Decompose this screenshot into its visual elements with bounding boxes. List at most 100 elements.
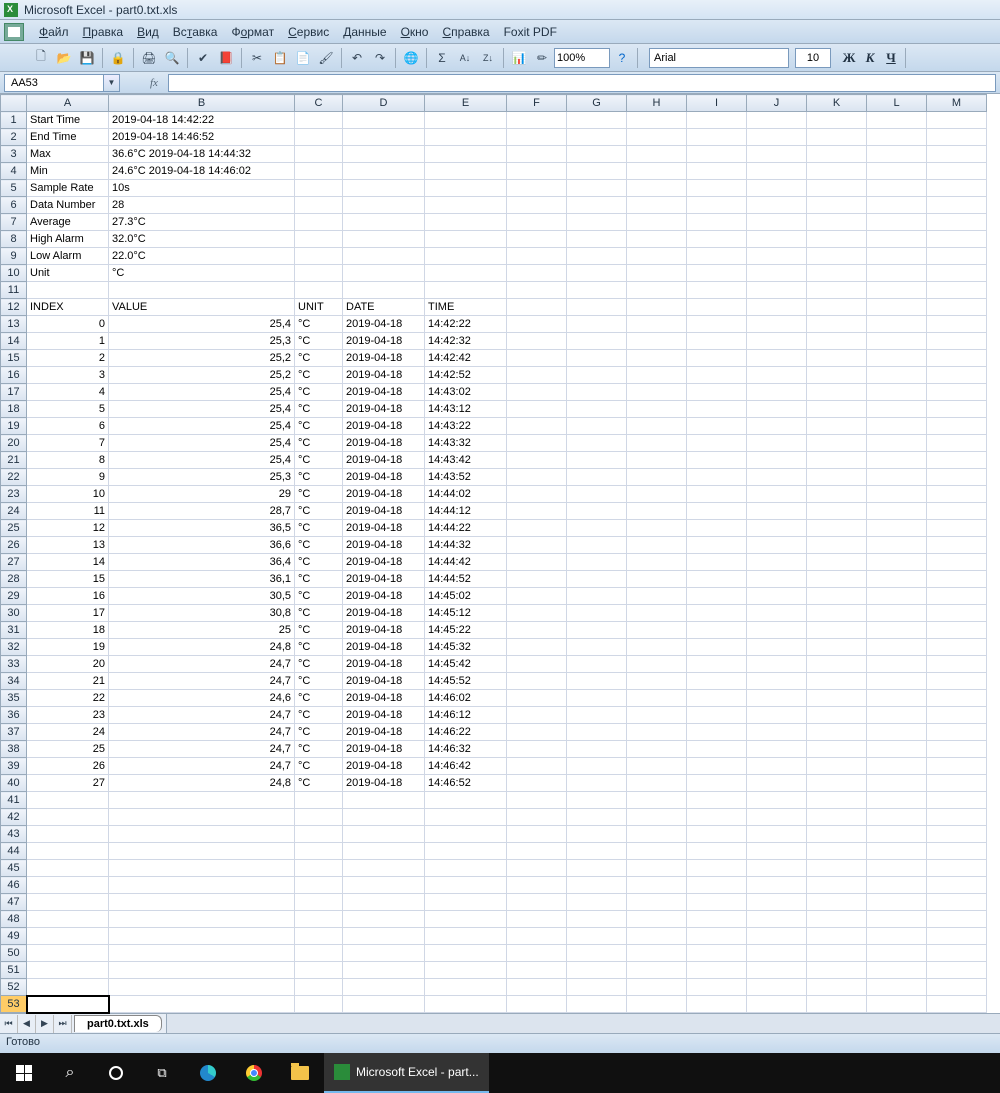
font-size-combo[interactable] [795, 48, 831, 68]
cell-C53[interactable] [295, 996, 343, 1013]
cell-F51[interactable] [507, 962, 567, 979]
format-painter-icon[interactable]: 🖌 [315, 47, 337, 69]
cell-H24[interactable] [627, 503, 687, 520]
cell-K53[interactable] [807, 996, 867, 1013]
name-box-dropdown[interactable]: ▼ [104, 74, 120, 92]
cell-G2[interactable] [567, 129, 627, 146]
cell-J33[interactable] [747, 656, 807, 673]
cell-L27[interactable] [867, 554, 927, 571]
cell-M13[interactable] [927, 316, 987, 333]
cell-H20[interactable] [627, 435, 687, 452]
name-box[interactable]: AA53 [4, 74, 104, 92]
row-header-4[interactable]: 4 [1, 163, 27, 180]
cell-H27[interactable] [627, 554, 687, 571]
cell-F49[interactable] [507, 928, 567, 945]
cell-A46[interactable] [27, 877, 109, 894]
cell-E41[interactable] [425, 792, 507, 809]
cell-H52[interactable] [627, 979, 687, 996]
cell-E3[interactable] [425, 146, 507, 163]
col-header-K[interactable]: K [807, 95, 867, 112]
cell-D36[interactable]: 2019-04-18 [343, 707, 425, 724]
cell-F40[interactable] [507, 775, 567, 792]
row-header-42[interactable]: 42 [1, 809, 27, 826]
cell-C42[interactable] [295, 809, 343, 826]
cell-M40[interactable] [927, 775, 987, 792]
row-header-47[interactable]: 47 [1, 894, 27, 911]
cell-B20[interactable]: 25,4 [109, 435, 295, 452]
cell-I8[interactable] [687, 231, 747, 248]
cell-B35[interactable]: 24,6 [109, 690, 295, 707]
cell-K40[interactable] [807, 775, 867, 792]
cell-J47[interactable] [747, 894, 807, 911]
cell-A27[interactable]: 14 [27, 554, 109, 571]
row-header-10[interactable]: 10 [1, 265, 27, 282]
cell-A13[interactable]: 0 [27, 316, 109, 333]
cell-K7[interactable] [807, 214, 867, 231]
cell-H42[interactable] [627, 809, 687, 826]
cell-G45[interactable] [567, 860, 627, 877]
cell-L45[interactable] [867, 860, 927, 877]
menu-foxit pdf[interactable]: Foxit PDF [497, 23, 564, 41]
cell-J42[interactable] [747, 809, 807, 826]
cell-B15[interactable]: 25,2 [109, 350, 295, 367]
cell-I11[interactable] [687, 282, 747, 299]
cell-A22[interactable]: 9 [27, 469, 109, 486]
cell-I2[interactable] [687, 129, 747, 146]
cell-A48[interactable] [27, 911, 109, 928]
cell-K38[interactable] [807, 741, 867, 758]
cell-C2[interactable] [295, 129, 343, 146]
cell-L9[interactable] [867, 248, 927, 265]
cell-A43[interactable] [27, 826, 109, 843]
cell-B10[interactable]: °C [109, 265, 295, 282]
cell-D28[interactable]: 2019-04-18 [343, 571, 425, 588]
cell-D26[interactable]: 2019-04-18 [343, 537, 425, 554]
cell-I12[interactable] [687, 299, 747, 316]
cell-C47[interactable] [295, 894, 343, 911]
cell-C7[interactable] [295, 214, 343, 231]
cell-C34[interactable]: °C [295, 673, 343, 690]
cell-E21[interactable]: 14:43:42 [425, 452, 507, 469]
cell-B16[interactable]: 25,2 [109, 367, 295, 384]
cell-I25[interactable] [687, 520, 747, 537]
cell-J28[interactable] [747, 571, 807, 588]
cell-B26[interactable]: 36,6 [109, 537, 295, 554]
cell-K50[interactable] [807, 945, 867, 962]
cell-H49[interactable] [627, 928, 687, 945]
cell-I1[interactable] [687, 112, 747, 129]
cell-C43[interactable] [295, 826, 343, 843]
cell-J24[interactable] [747, 503, 807, 520]
spellcheck-icon[interactable]: ✔ [192, 47, 214, 69]
cell-G47[interactable] [567, 894, 627, 911]
cortana-icon[interactable] [94, 1053, 138, 1093]
row-header-3[interactable]: 3 [1, 146, 27, 163]
cell-M20[interactable] [927, 435, 987, 452]
cell-B5[interactable]: 10s [109, 180, 295, 197]
cell-E9[interactable] [425, 248, 507, 265]
cell-D37[interactable]: 2019-04-18 [343, 724, 425, 741]
cell-F20[interactable] [507, 435, 567, 452]
cell-E44[interactable] [425, 843, 507, 860]
cell-A10[interactable]: Unit [27, 265, 109, 282]
cell-K16[interactable] [807, 367, 867, 384]
cell-M34[interactable] [927, 673, 987, 690]
cell-F13[interactable] [507, 316, 567, 333]
cell-K37[interactable] [807, 724, 867, 741]
cell-H28[interactable] [627, 571, 687, 588]
cell-H10[interactable] [627, 265, 687, 282]
cell-I41[interactable] [687, 792, 747, 809]
cell-M17[interactable] [927, 384, 987, 401]
cell-F6[interactable] [507, 197, 567, 214]
cell-M36[interactable] [927, 707, 987, 724]
row-header-25[interactable]: 25 [1, 520, 27, 537]
cell-M29[interactable] [927, 588, 987, 605]
cell-E30[interactable]: 14:45:12 [425, 605, 507, 622]
cell-J53[interactable] [747, 996, 807, 1013]
cell-H23[interactable] [627, 486, 687, 503]
cell-G6[interactable] [567, 197, 627, 214]
cell-L39[interactable] [867, 758, 927, 775]
cell-L32[interactable] [867, 639, 927, 656]
cell-E25[interactable]: 14:44:22 [425, 520, 507, 537]
cell-C24[interactable]: °C [295, 503, 343, 520]
cell-D39[interactable]: 2019-04-18 [343, 758, 425, 775]
cell-I24[interactable] [687, 503, 747, 520]
